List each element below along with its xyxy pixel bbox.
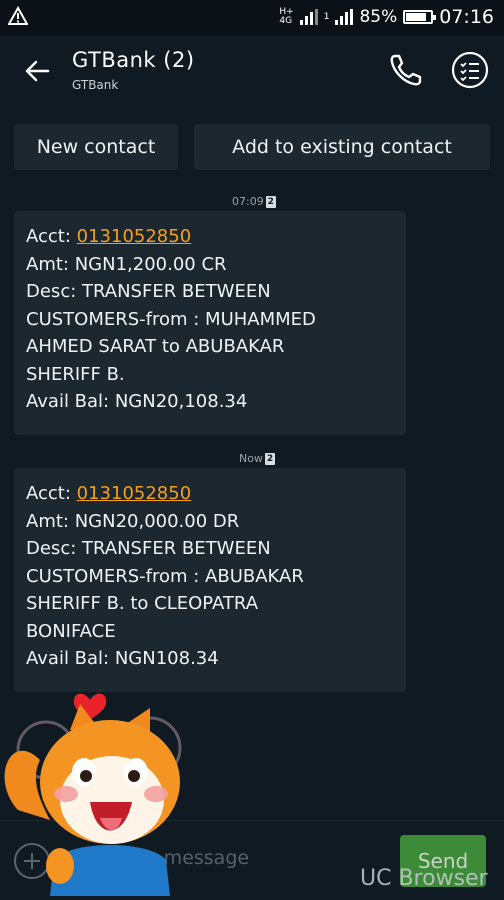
arrow-left-icon[interactable] [18, 52, 56, 90]
new-contact-button[interactable]: New contact [14, 124, 178, 170]
message-line: Amt: NGN1,200.00 CR [26, 253, 227, 275]
battery-icon [403, 10, 437, 24]
network-label-2: 4G [279, 16, 293, 26]
checklist-menu-icon[interactable] [450, 50, 490, 90]
message-line: Desc: TRANSFER BETWEEN [26, 281, 271, 302]
phone-icon[interactable] [386, 50, 426, 90]
timestamp-text: 07:09 [232, 195, 264, 208]
battery-fill [406, 13, 427, 21]
conversation-title: GTBank (2) [72, 48, 195, 72]
account-label: Acct: [26, 226, 77, 247]
add-to-existing-contact-button[interactable]: Add to existing contact [194, 124, 490, 170]
sim-badge: 2 [264, 452, 275, 465]
message-line: Avail Bal: NGN20,108.34 [26, 391, 248, 412]
signal-icon-1 [299, 9, 318, 25]
message-line: SHERIFF B. to CLEOPATRA [26, 593, 259, 614]
account-label: Acct: [26, 483, 77, 504]
message-line: Desc: TRANSFER BETWEEN [26, 538, 271, 559]
message-timestamp: Now 2 [239, 452, 275, 465]
timestamp-text: Now [239, 452, 263, 465]
account-number-link[interactable]: 0131052850 [77, 483, 192, 504]
contact-actions: New contact Add to existing contact [0, 118, 504, 174]
status-bar: H+ 4G 1 85% 07:16 [0, 0, 504, 36]
message-timestamp: 07:09 2 [232, 195, 276, 208]
account-line: Acct: 0131052850 [26, 223, 394, 251]
uc-browser-watermark: UC Browser [360, 866, 488, 891]
uc-squirrel-mascot[interactable] [0, 690, 220, 896]
clock: 07:16 [439, 6, 494, 28]
warning-icon [7, 5, 29, 31]
message-bubble[interactable]: Acct: 0131052850 Amt: NGN20,000.00 DR De… [14, 468, 406, 692]
conversation-subtitle: GTBank [72, 78, 119, 92]
conversation-header: GTBank (2) GTBank [0, 36, 504, 106]
message-line: Avail Bal: NGN108.34 [26, 648, 219, 669]
signal-icon-2 [335, 9, 354, 25]
message-line: SHERIFF B. [26, 363, 125, 385]
message-bubble[interactable]: Acct: 0131052850 Amt: NGN1,200.00 CR Des… [14, 211, 406, 435]
message-line: Amt: NGN20,000.00 DR [26, 510, 240, 532]
message-line: BONIFACE [26, 620, 116, 642]
account-number-link[interactable]: 0131052850 [77, 226, 192, 247]
sim-number: 1 [323, 12, 330, 22]
message-line: CUSTOMERS-from : ABUBAKAR [26, 565, 304, 587]
network-type: H+ 4G [279, 8, 293, 26]
message-line: AHMED SARAT to ABUBAKAR [26, 336, 285, 357]
battery-percent: 85% [359, 7, 398, 27]
account-line: Acct: 0131052850 [26, 480, 394, 508]
message-line: CUSTOMERS-from : MUHAMMED [26, 308, 316, 330]
sim-badge: 2 [265, 195, 276, 208]
